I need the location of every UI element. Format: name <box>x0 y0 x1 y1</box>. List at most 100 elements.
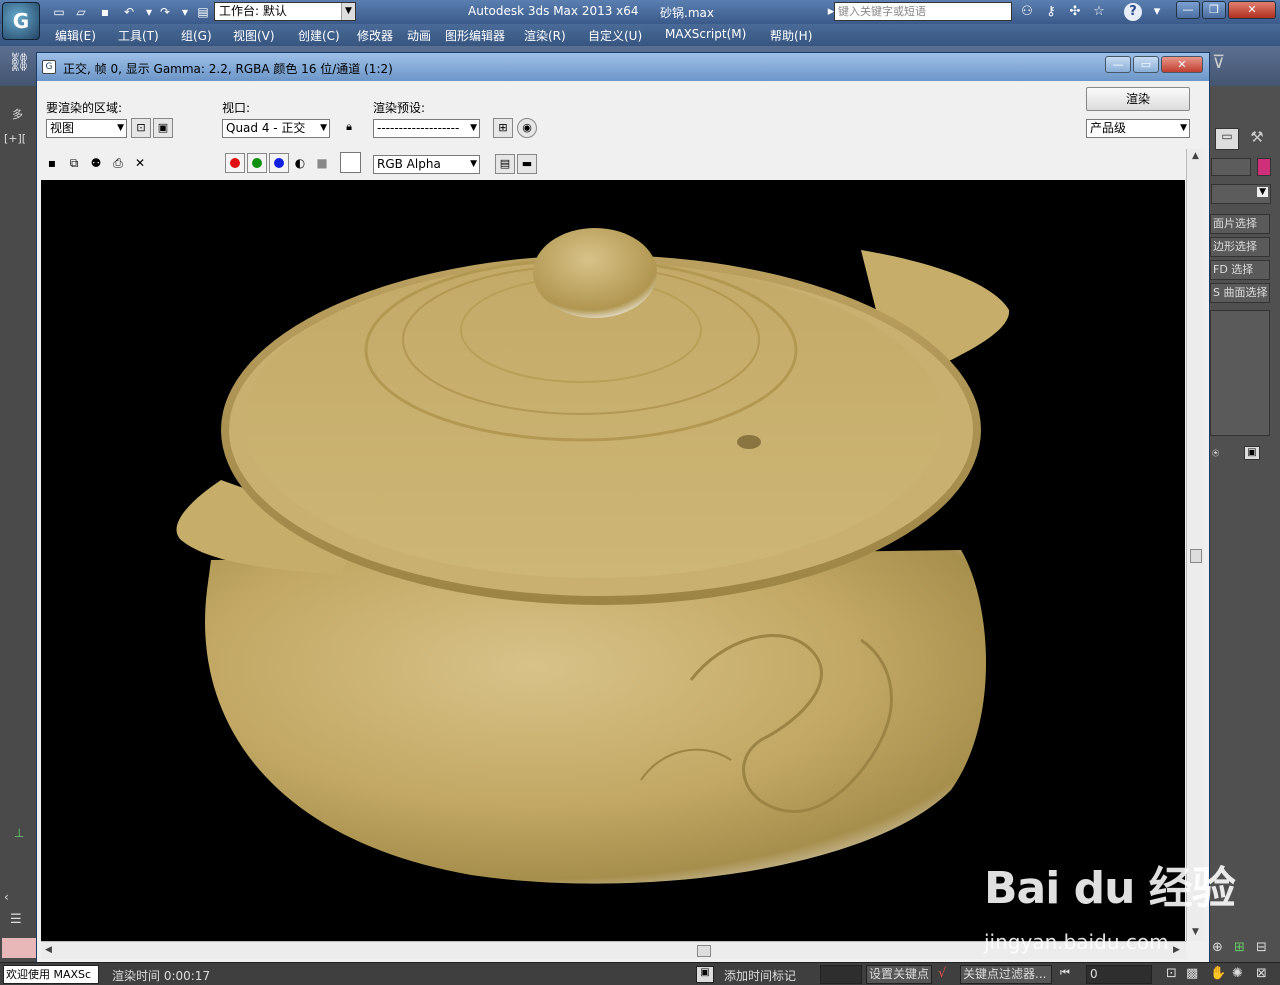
menu-animation[interactable]: 动画 <box>407 27 431 44</box>
zoom-all-icon[interactable]: ⊞ <box>1234 940 1245 955</box>
menu-view[interactable]: 视图(V) <box>233 27 275 44</box>
add-time-tag-button[interactable]: 添加时间标记 <box>724 967 796 984</box>
left-tab-label[interactable]: 多 <box>12 106 23 122</box>
horizontal-scroll-thumb[interactable] <box>697 945 711 957</box>
environment-effects-icon[interactable]: ◉ <box>517 118 537 138</box>
clear-icon[interactable]: ✕ <box>131 155 149 171</box>
render-window-minimize-icon[interactable]: — <box>1105 56 1131 73</box>
monochrome-icon[interactable]: ■ <box>313 155 331 171</box>
maxscript-listener-field[interactable]: 欢迎使用 MAXSc <box>3 965 99 984</box>
configure-sets-icon[interactable]: ▣ <box>1244 446 1260 460</box>
snap-icon[interactable]: ⊽ <box>1212 52 1225 73</box>
clone-window-icon[interactable]: ⚉ <box>87 155 105 171</box>
save-icon[interactable]: ▪ <box>96 3 114 21</box>
link-icon[interactable]: ⛓ <box>8 52 32 76</box>
maxscript-listener-swatch[interactable] <box>2 938 36 958</box>
new-file-icon[interactable]: ▭ <box>50 3 68 21</box>
modifier-item-surface-select[interactable]: S 曲面选择 <box>1210 283 1270 303</box>
menu-group[interactable]: 组(G) <box>181 27 212 44</box>
help-dropdown-icon[interactable]: ▾ <box>1148 3 1166 21</box>
copy-image-icon[interactable]: ⧉ <box>65 155 83 171</box>
toggle-ui-icon[interactable]: ▬ <box>517 154 537 174</box>
lock-icon[interactable]: 🔒︎ <box>339 118 359 138</box>
object-name-field[interactable] <box>1211 158 1251 176</box>
render-window-titlebar[interactable]: G 正交, 帧 0, 显示 Gamma: 2.2, RGBA 颜色 16 位/通… <box>37 53 1209 81</box>
open-file-icon[interactable]: ▱ <box>72 3 90 21</box>
app-logo-icon[interactable]: G <box>2 2 40 40</box>
modifier-list-select[interactable]: ▼ <box>1211 184 1271 204</box>
maximize-viewport-icon[interactable]: ⊠ <box>1256 966 1267 981</box>
display-channel-select[interactable]: RGB Alpha ▼ <box>373 155 480 174</box>
green-channel-toggle[interactable] <box>247 153 267 173</box>
menu-maxscript[interactable]: MAXScript(M) <box>665 27 746 41</box>
frame-lock-icon[interactable]: ⏮ <box>1060 966 1070 980</box>
binoculars-icon[interactable]: ⚇ <box>1018 3 1036 21</box>
print-image-icon[interactable]: ⎙ <box>109 155 127 171</box>
workspace-select[interactable]: 工作台: 默认 ▼ <box>214 2 356 21</box>
redo-icon[interactable]: ↷ <box>156 3 174 21</box>
vertical-scroll-thumb[interactable] <box>1190 549 1202 563</box>
red-channel-toggle[interactable] <box>225 153 245 173</box>
chevron-left-icon[interactable]: ‹ <box>4 890 9 904</box>
zoom-extents-icon[interactable]: ⊡ <box>1166 966 1177 981</box>
field-of-view-icon[interactable]: ▩ <box>1186 966 1198 981</box>
orbit-icon[interactable]: ✺ <box>1232 966 1243 981</box>
scroll-up-icon[interactable]: ▲ <box>1192 151 1199 161</box>
render-window-maximize-icon[interactable]: ▭ <box>1133 56 1159 73</box>
object-color-swatch[interactable] <box>1257 158 1271 176</box>
color-swatch[interactable] <box>340 152 361 173</box>
render-vertical-scrollbar[interactable]: ▲ ▼ <box>1186 149 1204 941</box>
blue-channel-toggle[interactable] <box>269 153 289 173</box>
search-input[interactable]: 键入关键字或短语 <box>834 2 1012 21</box>
render-setup-icon[interactable]: ⊞ <box>493 118 513 138</box>
key-filter-icon[interactable]: √ <box>938 966 946 981</box>
menu-rendering[interactable]: 渲染(R) <box>524 27 566 44</box>
menu-tools[interactable]: 工具(T) <box>118 27 159 44</box>
menu-customize[interactable]: 自定义(U) <box>588 27 642 44</box>
edit-region-icon[interactable]: ⊡ <box>131 118 151 138</box>
close-icon[interactable]: ✕ <box>1228 1 1276 19</box>
modifier-item-poly-select[interactable]: 边形选择 <box>1210 237 1270 257</box>
pan-view-icon[interactable]: ✋ <box>1210 966 1226 981</box>
key-filters-button[interactable]: 关键点过滤器... <box>960 965 1052 984</box>
menu-graph-editors[interactable]: 图形编辑器 <box>445 27 505 44</box>
zoom-icon[interactable]: ⊕ <box>1212 940 1223 955</box>
scroll-right-icon[interactable]: ▶ <box>1173 945 1180 955</box>
viewport-label[interactable]: [+][ <box>4 132 26 145</box>
key-icon[interactable]: ⚷ <box>1042 3 1060 21</box>
render-window-close-icon[interactable]: ✕ <box>1161 56 1203 73</box>
render-preset-select[interactable]: ------------------- ▼ <box>373 119 480 138</box>
mini-listener-icon[interactable]: ☰ <box>10 912 32 930</box>
zoom-region-icon[interactable]: ⊟ <box>1256 940 1267 955</box>
restore-icon[interactable]: ❐ <box>1202 1 1226 19</box>
menu-create[interactable]: 创建(C) <box>298 27 340 44</box>
set-key-button[interactable]: 设置关键点 <box>866 965 932 984</box>
undo-icon[interactable]: ↶ <box>120 3 138 21</box>
alpha-channel-icon[interactable]: ◐ <box>291 155 309 171</box>
current-frame-field[interactable]: 0 <box>1086 965 1152 984</box>
star-icon[interactable]: ☆ <box>1090 3 1108 21</box>
scroll-left-icon[interactable]: ◀ <box>45 945 52 955</box>
save-image-icon[interactable]: ▪ <box>43 155 61 171</box>
pin-stack-icon[interactable]: ⍟ <box>1212 446 1219 461</box>
render-canvas[interactable] <box>41 180 1185 941</box>
minimize-icon[interactable]: — <box>1176 1 1200 19</box>
modifier-item-ffd-select[interactable]: FD 选择 <box>1210 260 1270 280</box>
render-quality-select[interactable]: 产品级 ▼ <box>1086 119 1190 138</box>
project-folder-icon[interactable]: ▤ <box>194 3 212 21</box>
area-to-render-select[interactable]: 视图 ▼ <box>46 119 127 138</box>
toggle-ui-overlay-icon[interactable]: ▤ <box>495 154 515 174</box>
display-panel-icon[interactable]: ▭ <box>1215 128 1239 150</box>
utilities-hammer-icon[interactable]: ⚒ <box>1245 128 1269 150</box>
modifier-stack[interactable] <box>1210 310 1270 436</box>
modifier-item-patch-select[interactable]: 面片选择 <box>1210 214 1270 234</box>
scroll-down-icon[interactable]: ▼ <box>1192 927 1199 937</box>
render-button[interactable]: 渲染 <box>1086 87 1190 111</box>
viewport-select[interactable]: Quad 4 - 正交 ▼ <box>222 119 330 138</box>
help-icon[interactable]: ? <box>1124 3 1142 21</box>
menu-modifiers[interactable]: 修改器 <box>357 27 393 44</box>
satellite-icon[interactable]: ✣ <box>1066 3 1084 21</box>
redo-dropdown-icon[interactable]: ▾ <box>176 3 194 21</box>
menu-edit[interactable]: 编辑(E) <box>55 27 96 44</box>
menu-help[interactable]: 帮助(H) <box>770 27 812 44</box>
